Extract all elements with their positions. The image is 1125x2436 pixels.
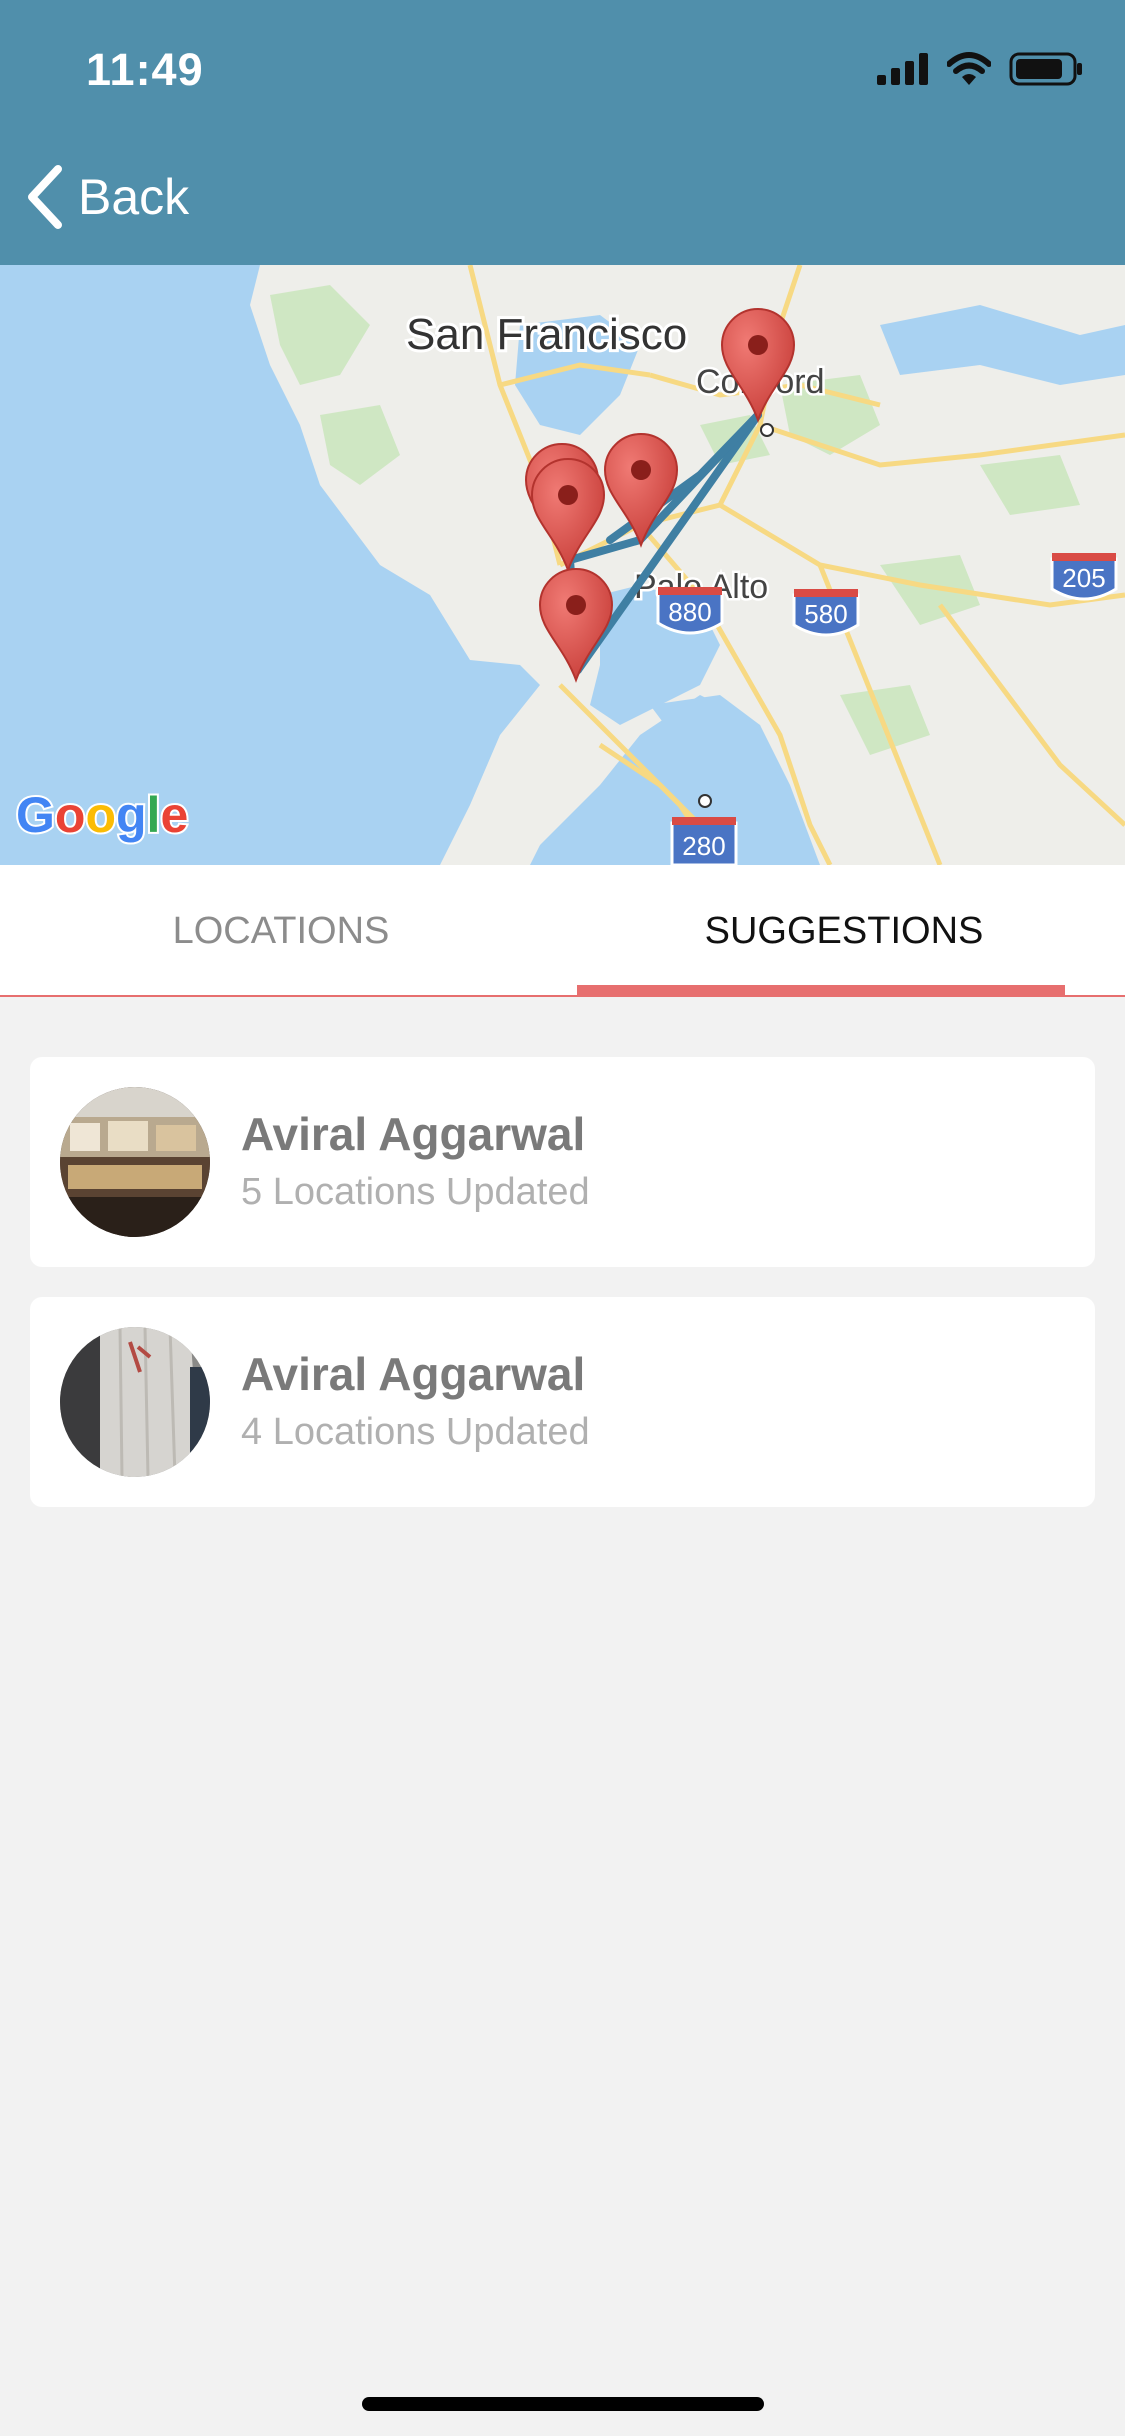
- signal-icon: [877, 53, 928, 85]
- avatar: [60, 1327, 210, 1477]
- active-tab-indicator: [577, 985, 1065, 995]
- status-icons: [877, 52, 1083, 86]
- battery-icon: [1009, 52, 1082, 86]
- chevron-left-icon: [28, 165, 62, 229]
- suggestion-name: Aviral Aggarwal: [241, 1348, 586, 1400]
- back-label: Back: [78, 169, 190, 225]
- highway-shield-880: 880: [656, 587, 724, 635]
- suggestion-subtitle: 4 Locations Updated: [241, 1411, 590, 1453]
- svg-text:Google: Google: [16, 787, 188, 843]
- app-header: 11:49 Back: [0, 0, 1125, 265]
- back-button[interactable]: Back: [24, 162, 189, 232]
- tab-suggestions[interactable]: SUGGESTIONS: [563, 865, 1125, 997]
- status-time: 11:49: [86, 44, 204, 95]
- tab-locations[interactable]: LOCATIONS: [0, 865, 562, 997]
- home-indicator[interactable]: [362, 2397, 764, 2411]
- suggestion-card[interactable]: Aviral Aggarwal 4 Locations Updated: [30, 1297, 1095, 1507]
- map-label-san-francisco: San Francisco: [406, 310, 687, 359]
- highway-shield-205: 205: [1050, 553, 1118, 601]
- suggestion-card[interactable]: Aviral Aggarwal 5 Locations Updated: [30, 1057, 1095, 1267]
- highway-label-580: 580: [804, 599, 847, 629]
- highway-label-205: 205: [1062, 563, 1105, 593]
- highway-shield-280: 280: [670, 817, 738, 865]
- google-logo: Google: [14, 785, 190, 845]
- tab-bar: LOCATIONS SUGGESTIONS: [0, 865, 1125, 997]
- wifi-icon: [947, 52, 991, 85]
- map-canvas: San Francisco Concord Palo Alto 880 580 …: [0, 265, 1125, 865]
- suggestion-name: Aviral Aggarwal: [241, 1108, 586, 1160]
- highway-shield-580: 580: [792, 589, 860, 637]
- highway-label-280: 280: [682, 831, 725, 861]
- suggestion-subtitle: 5 Locations Updated: [241, 1171, 590, 1213]
- avatar: [60, 1087, 210, 1237]
- palo-alto-dot: [698, 794, 712, 808]
- concord-dot: [760, 423, 774, 437]
- route-map[interactable]: San Francisco Concord Palo Alto 880 580 …: [0, 265, 1125, 865]
- highway-label-880: 880: [668, 597, 711, 627]
